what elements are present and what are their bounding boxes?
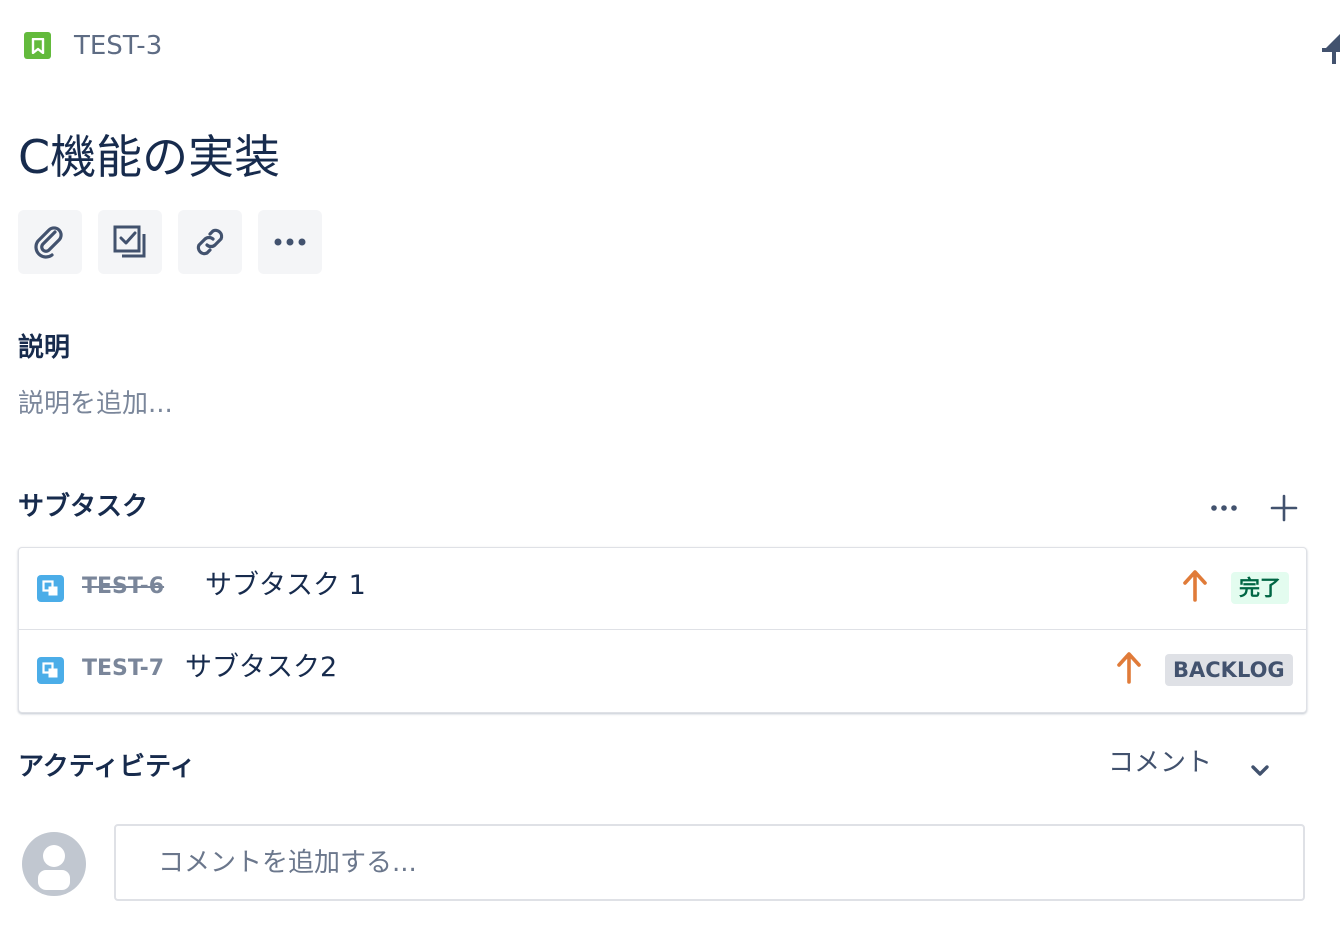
comment-placeholder: コメントを追加する... — [158, 848, 417, 878]
attach-button[interactable] — [18, 210, 82, 274]
priority-high-arrow-icon — [1117, 652, 1141, 684]
subtask-summary[interactable]: サブタスク2 — [185, 650, 337, 686]
more-horizontal-icon — [1211, 505, 1237, 511]
subtasks-heading: サブタスク — [18, 492, 149, 522]
subtask-icon — [37, 575, 64, 602]
issue-key-breadcrumb[interactable]: TEST-3 — [74, 28, 162, 64]
subtask-row[interactable]: TEST-6 サブタスク 1 完了 — [19, 548, 1306, 629]
link-issue-button[interactable] — [178, 210, 242, 274]
subtask-list: TEST-6 サブタスク 1 完了 TEST-7 サブタスク2 BACKLOG — [18, 547, 1307, 713]
create-subtask-button[interactable] — [98, 210, 162, 274]
comment-input[interactable]: コメントを追加する... — [114, 824, 1305, 901]
status-badge[interactable]: BACKLOG — [1165, 654, 1293, 686]
subtask-icon — [37, 657, 64, 684]
subtask-key[interactable]: TEST-7 — [82, 652, 164, 686]
activity-filter-dropdown[interactable]: コメント — [1108, 744, 1212, 782]
paperclip-icon — [34, 226, 63, 259]
description-field[interactable]: 説明を追加... — [18, 385, 173, 423]
story-bookmark-icon — [24, 32, 51, 59]
subtask-checkbox-icon — [113, 225, 146, 258]
description-heading: 説明 — [18, 333, 71, 363]
activity-heading: アクティビティ — [18, 752, 196, 782]
issue-toolbar — [18, 210, 322, 274]
chevron-down-icon[interactable] — [1245, 755, 1275, 785]
more-actions-button[interactable] — [258, 210, 322, 274]
link-icon — [196, 228, 224, 256]
add-subtask-button[interactable] — [1266, 490, 1302, 526]
subtask-summary[interactable]: サブタスク 1 — [205, 568, 366, 604]
avatar — [22, 832, 86, 896]
user-icon — [38, 845, 70, 890]
status-badge[interactable]: 完了 — [1231, 572, 1289, 604]
priority-high-arrow-icon — [1183, 570, 1207, 602]
more-horizontal-icon — [274, 238, 306, 246]
subtask-key[interactable]: TEST-6 — [82, 570, 164, 604]
subtask-row[interactable]: TEST-7 サブタスク2 BACKLOG — [19, 629, 1306, 711]
issue-title[interactable]: C機能の実装 — [18, 126, 280, 188]
subtask-more-button[interactable] — [1206, 494, 1242, 522]
plus-icon — [1270, 494, 1298, 522]
pin-icon[interactable] — [1318, 30, 1340, 66]
